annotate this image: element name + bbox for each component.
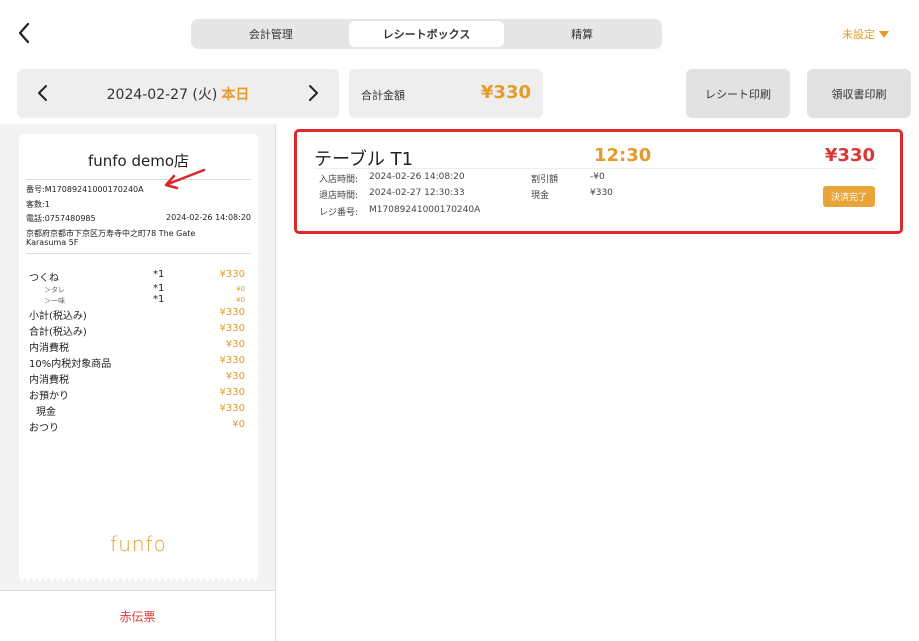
register-number-value: M17089241000170240A — [369, 205, 481, 215]
chevron-right-icon — [309, 85, 318, 101]
receipt-preview: funfo demo店 番号:M17089241000170240A 客数:1 … — [19, 134, 258, 578]
item-price: ¥30 — [225, 339, 245, 350]
enter-time-value: 2024-02-26 14:08:20 — [369, 172, 465, 182]
enter-time-label: 入店時間: — [319, 175, 359, 185]
receipt-datetime: 2024-02-26 14:08:20 — [166, 213, 251, 222]
item-price: ¥0 — [236, 285, 245, 293]
receipt-panel: funfo demo店 番号:M17089241000170240A 客数:1 … — [0, 124, 276, 641]
divider — [314, 168, 875, 169]
item-name: つくね — [29, 273, 59, 284]
order-card[interactable]: テーブル T1 12:30 ¥330 入店時間: 2024-02-26 14:0… — [294, 129, 903, 234]
divider — [26, 253, 251, 254]
unset-dropdown[interactable]: 未設定 — [842, 26, 889, 42]
top-bar: 会計管理 レシートボックス 精算 未設定 — [0, 0, 919, 66]
today-label: 本日 — [221, 87, 250, 103]
annotation-arrow-icon — [164, 168, 206, 190]
triangle-down-icon — [879, 30, 889, 38]
item-price: ¥330 — [219, 403, 245, 414]
next-date-button[interactable] — [303, 82, 323, 104]
item-name: 内消費税 — [29, 343, 69, 354]
item-price: ¥330 — [219, 387, 245, 398]
item-price: ¥330 — [219, 269, 245, 280]
total-amount-box: 合計金額 ¥330 — [349, 69, 543, 118]
receipt-item-row: 10%内税対象商品 ¥330 — [26, 355, 245, 371]
order-time: 12:30 — [594, 145, 652, 166]
discount-value: -¥0 — [590, 172, 605, 182]
item-name: ＞一味 — [44, 297, 65, 305]
item-qty: *1 — [153, 269, 165, 280]
exit-time-value: 2024-02-27 12:30:33 — [369, 188, 465, 198]
item-name: ＞タレ — [44, 286, 65, 294]
item-name: 現金 — [36, 407, 56, 418]
item-qty: *1 — [153, 294, 165, 305]
item-name: 合計(税込み) — [29, 327, 87, 338]
item-price: ¥330 — [219, 355, 245, 366]
item-price: ¥30 — [225, 371, 245, 382]
cash-value: ¥330 — [590, 188, 613, 198]
tab-segment: 会計管理 レシートボックス 精算 — [191, 19, 662, 49]
receipt-item-row: ＞一味 *1 ¥0 — [26, 294, 245, 307]
receipt-item-row: 内消費税 ¥30 — [26, 339, 245, 355]
date-text: 2024-02-27 (火) — [106, 87, 218, 103]
discount-label: 割引額 — [531, 175, 559, 185]
status-badge: 決済完了 — [822, 186, 875, 207]
tab-settlement[interactable]: 精算 — [504, 21, 660, 47]
item-name: 小計(税込み) — [29, 311, 87, 322]
shop-name: funfo demo店 — [87, 152, 190, 170]
receipt-item-row: おつり ¥0 — [26, 419, 245, 435]
receipt-item-row: 小計(税込み) ¥330 — [26, 307, 245, 323]
divider — [26, 179, 251, 180]
item-name: お預かり — [29, 391, 69, 402]
funfo-logo: funfo — [110, 532, 167, 556]
item-qty: *1 — [153, 283, 165, 294]
toolbar: 2024-02-27 (火) 本日 合計金額 ¥330 レシート印刷 領収書印刷 — [0, 66, 919, 122]
receipt-item-row: 現金 ¥330 — [26, 403, 245, 419]
cash-label: 現金 — [531, 191, 550, 201]
phone-number: 電話:0757480985 — [26, 214, 96, 223]
item-price: ¥330 — [219, 323, 245, 334]
date-display: 2024-02-27 (火) 本日 — [17, 84, 339, 104]
total-value: ¥330 — [480, 82, 531, 103]
item-name: 10%内税対象商品 — [29, 359, 112, 370]
receipt-item-row: 合計(税込み) ¥330 — [26, 323, 245, 339]
item-price: ¥330 — [219, 307, 245, 318]
receipt-torn-edge — [19, 576, 258, 583]
item-name: おつり — [29, 423, 59, 434]
total-label: 合計金額 — [361, 89, 405, 102]
receipt-item-row: お預かり ¥330 — [26, 387, 245, 403]
exit-time-label: 退店時間: — [319, 191, 359, 201]
receipt-items: つくね *1 ¥330 ＞タレ *1 ¥0 ＞一味 *1 ¥0 小計(税込み) ¥330 合計(税込み… — [26, 269, 245, 435]
guest-count: 客数:1 — [26, 200, 50, 209]
back-button[interactable] — [14, 20, 36, 46]
item-price: ¥0 — [236, 296, 245, 304]
receipt-item-row: 内消費税 ¥30 — [26, 371, 245, 387]
receipt-item-row: ＞タレ *1 ¥0 — [26, 283, 245, 296]
unset-label: 未設定 — [842, 28, 875, 41]
order-price: ¥330 — [824, 145, 875, 166]
item-price: ¥0 — [232, 419, 245, 430]
red-slip-button[interactable]: 赤伝票 — [0, 590, 275, 641]
chevron-left-icon — [18, 22, 30, 44]
register-number-label: レジ番号: — [319, 208, 359, 218]
date-selector: 2024-02-27 (火) 本日 — [17, 69, 339, 118]
item-name: 内消費税 — [29, 375, 69, 386]
receipt-number: 番号:M17089241000170240A — [26, 185, 144, 194]
address-line-2: Karasuma 5F — [26, 238, 79, 247]
tab-accounting[interactable]: 会計管理 — [193, 21, 349, 47]
tab-receipt-box[interactable]: レシートボックス — [348, 21, 505, 47]
print-receipt-button[interactable]: レシート印刷 — [686, 69, 790, 118]
receipt-item-row: つくね *1 ¥330 — [26, 269, 245, 285]
print-ryoshu-button[interactable]: 領収書印刷 — [807, 69, 911, 118]
